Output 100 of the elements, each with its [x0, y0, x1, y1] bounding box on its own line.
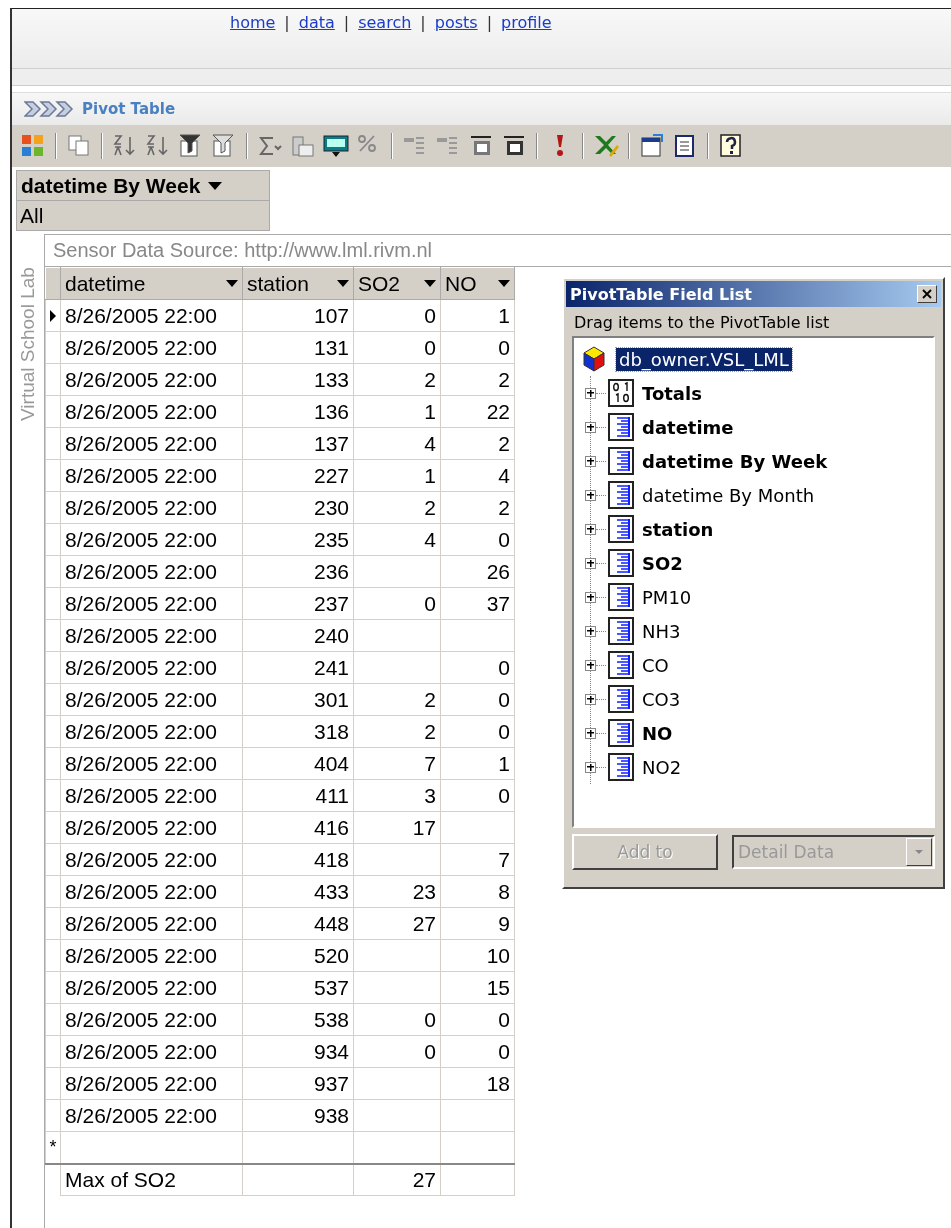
table-cell: 318 [242, 715, 354, 748]
row-selector-header [45, 267, 61, 300]
table-cell: 8/26/2005 22:00 [60, 651, 243, 684]
table-cell: 8/26/2005 22:00 [60, 1099, 243, 1132]
expand-icon[interactable] [585, 591, 596, 603]
expand-icon[interactable] [585, 489, 596, 501]
table-cell: 0 [440, 523, 515, 556]
nav-link[interactable]: home [230, 13, 276, 32]
expand-icon[interactable] [585, 387, 596, 399]
table-row[interactable]: 8/26/2005 22:00 416 17 [45, 811, 515, 844]
column-header[interactable]: SO2 [353, 267, 441, 300]
table-cell: 8/26/2005 22:00 [60, 907, 243, 940]
field-item[interactable]: CO3 [642, 688, 681, 710]
table-row[interactable]: 8/26/2005 22:00 448 27 9 [45, 907, 515, 940]
table-row[interactable]: 8/26/2005 22:00 131 0 0 [45, 331, 515, 364]
table-row[interactable]: 8/26/2005 22:00 418 7 [45, 843, 515, 876]
table-row[interactable]: 8/26/2005 22:00 136 1 22 [45, 395, 515, 428]
field-item[interactable]: NO2 [642, 756, 682, 778]
tree-root-item[interactable]: db_owner.VSL_LML [616, 347, 792, 371]
field-item[interactable]: NH3 [642, 620, 681, 642]
table-row[interactable]: 8/26/2005 22:00 236 26 [45, 555, 515, 588]
table-row[interactable]: 8/26/2005 22:00 520 10 [45, 939, 515, 972]
table-cell: 8/26/2005 22:00 [60, 619, 243, 652]
total-value: 27 [353, 1163, 441, 1196]
table-cell: 8/26/2005 22:00 [60, 939, 243, 972]
table-row[interactable]: 8/26/2005 22:00 241 0 [45, 651, 515, 684]
table-row[interactable]: 8/26/2005 22:00 227 1 4 [45, 459, 515, 492]
expand-icon[interactable] [585, 761, 596, 773]
table-cell: 0 [353, 587, 441, 620]
table-cell: 8/26/2005 22:00 [60, 363, 243, 396]
nav-link[interactable]: search [358, 13, 412, 32]
table-row[interactable]: 8/26/2005 22:00 538 0 0 [45, 1003, 515, 1036]
panel-title: Pivot Table [82, 100, 176, 118]
field-item[interactable]: PM10 [642, 586, 692, 608]
expand-icon[interactable] [585, 693, 596, 705]
expand-icon[interactable] [585, 625, 596, 637]
column-header[interactable]: NO [440, 267, 515, 300]
field-item[interactable]: SO2 [642, 552, 683, 574]
field-item[interactable]: datetime By Week [642, 450, 828, 472]
field-item[interactable]: NO [642, 722, 673, 744]
table-cell: 8/26/2005 22:00 [60, 587, 243, 620]
filter-field-button[interactable]: datetime By Week [16, 170, 270, 201]
table-cell: 3 [353, 779, 441, 812]
table-cell: 416 [242, 811, 354, 844]
table-cell: 8/26/2005 22:00 [60, 459, 243, 492]
table-cell: 8/26/2005 22:00 [60, 683, 243, 716]
row-selector[interactable] [45, 299, 61, 332]
table-cell: 404 [242, 747, 354, 780]
field-item[interactable]: Totals [642, 382, 702, 404]
table-row[interactable]: 8/26/2005 22:00 537 15 [45, 971, 515, 1004]
expand-icon[interactable] [585, 523, 596, 535]
table-row[interactable]: 8/26/2005 22:00 318 2 0 [45, 715, 515, 748]
nav-separator: | [284, 13, 290, 32]
expand-icon[interactable] [585, 659, 596, 671]
table-cell: 418 [242, 843, 354, 876]
table-row[interactable]: 8/26/2005 22:00 411 3 0 [45, 779, 515, 812]
column-header[interactable]: station [242, 267, 354, 300]
table-cell: 2 [440, 491, 515, 524]
table-row[interactable]: 8/26/2005 22:00 937 18 [45, 1067, 515, 1100]
field-item[interactable]: CO [642, 654, 669, 676]
expand-icon[interactable] [585, 557, 596, 569]
table-row[interactable]: 8/26/2005 22:00 301 2 0 [45, 683, 515, 716]
table-row[interactable]: 8/26/2005 22:00 230 2 2 [45, 491, 515, 524]
table-row[interactable]: 8/26/2005 22:00 938 [45, 1099, 515, 1132]
table-cell: 937 [242, 1067, 354, 1100]
column-header[interactable]: datetime [60, 267, 243, 300]
nav-link[interactable]: data [298, 13, 335, 32]
table-row[interactable]: 8/26/2005 22:00 107 0 1 [45, 299, 515, 332]
table-cell: 241 [242, 651, 354, 684]
field-icon [608, 617, 634, 645]
field-item[interactable]: datetime [642, 416, 734, 438]
nav-link[interactable]: profile [501, 13, 552, 32]
close-button[interactable] [917, 285, 937, 303]
table-row[interactable]: 8/26/2005 22:00 404 7 1 [45, 747, 515, 780]
expand-icon[interactable] [585, 455, 596, 467]
field-item[interactable]: station [642, 518, 714, 540]
table-cell: 23 [353, 875, 441, 908]
field-item[interactable]: datetime By Month [642, 484, 815, 506]
table-cell: 2 [440, 427, 515, 460]
table-cell: 4 [353, 523, 441, 556]
table-row[interactable]: 8/26/2005 22:00 240 [45, 619, 515, 652]
table-row[interactable]: 8/26/2005 22:00 237 0 37 [45, 587, 515, 620]
table-row[interactable]: 8/26/2005 22:00 934 0 0 [45, 1035, 515, 1068]
binary-icon [608, 379, 634, 407]
cube-icon [582, 346, 606, 372]
expand-icon[interactable] [585, 727, 596, 739]
table-row[interactable]: 8/26/2005 22:00 433 23 8 [45, 875, 515, 908]
table-cell: 237 [242, 587, 354, 620]
table-row[interactable]: 8/26/2005 22:00 235 4 0 [45, 523, 515, 556]
table-cell: 2 [353, 683, 441, 716]
nav-link[interactable]: posts [434, 13, 478, 32]
table-row[interactable]: 8/26/2005 22:00 133 2 2 [45, 363, 515, 396]
nav-separator: | [486, 13, 492, 32]
table-cell: 301 [242, 683, 354, 716]
table-cell: 8/26/2005 22:00 [60, 427, 243, 460]
table-cell: 8/26/2005 22:00 [60, 523, 243, 556]
table-row[interactable]: 8/26/2005 22:00 137 4 2 [45, 427, 515, 460]
table-cell: 1 [353, 459, 441, 492]
table-cell: 538 [242, 1003, 354, 1036]
expand-icon[interactable] [585, 421, 596, 433]
